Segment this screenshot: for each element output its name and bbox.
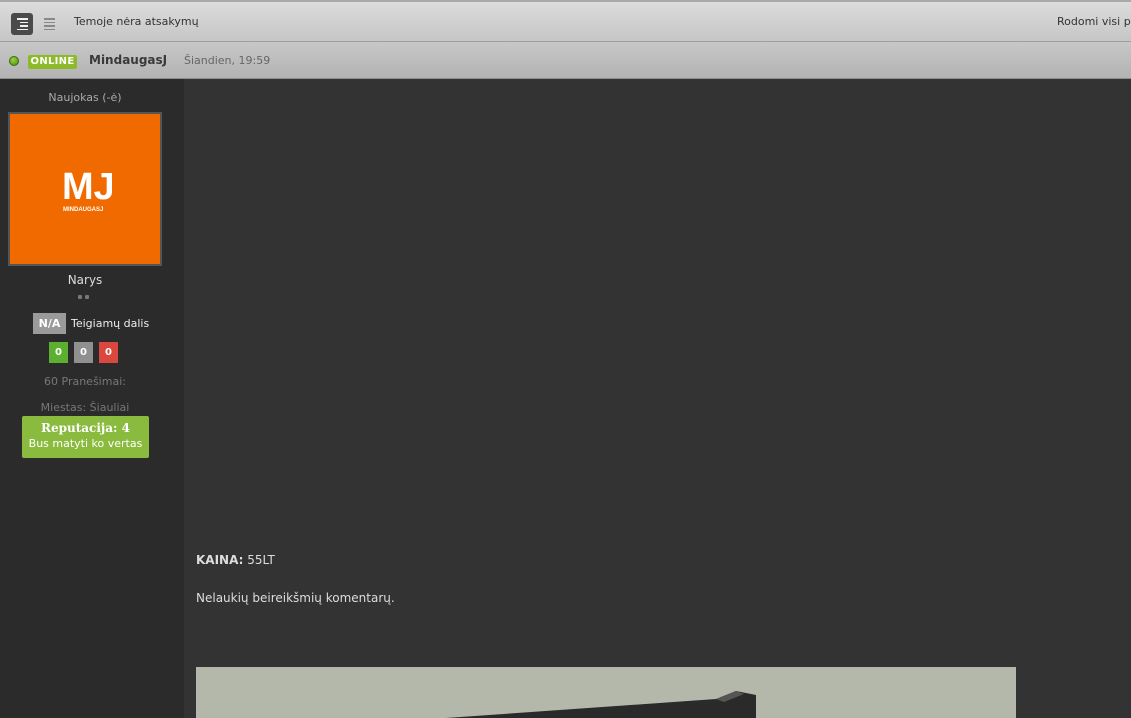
neutral-votes-badge[interactable]: 0 [74, 342, 93, 363]
linear-view-button[interactable] [38, 13, 60, 35]
online-badge: ONLINE [28, 55, 77, 69]
rank-pips [78, 295, 89, 299]
post-date[interactable]: Šiandien, 19:59 [184, 54, 270, 67]
reputation-title: Reputacija: 4 [41, 421, 130, 435]
post-header: ONLINE MindaugasJ Šiandien, 19:59 [0, 42, 1131, 79]
threaded-view-icon [16, 18, 28, 30]
positive-votes-badge[interactable]: 0 [49, 342, 68, 363]
online-status-icon [9, 56, 19, 66]
positive-ratio-value: N/A [33, 313, 66, 334]
topic-toolbar: Temoje nėra atsakymų Rodomi visi praneši… [0, 0, 1131, 42]
author-sidebar: Naujokas (-ė) MJ MINDAUGASJ Narys N/A Te… [0, 79, 184, 718]
avatar-logo-subtext: MINDAUGASJ [63, 207, 103, 213]
positive-ratio-label: Teigiamų dalis [71, 317, 150, 330]
member-group: Narys [67, 273, 103, 287]
linear-view-icon [43, 18, 55, 30]
no-replies-text: Temoje nėra atsakymų [74, 15, 199, 28]
post-count: 60 Pranešimai: [44, 375, 126, 388]
member-city: Miestas: Šiauliai [40, 401, 130, 414]
reputation-subtitle: Bus matyti ko vertas [28, 437, 143, 450]
avatar[interactable]: MJ MINDAUGASJ [8, 112, 162, 266]
threaded-view-button[interactable] [11, 13, 33, 35]
post-image-content [196, 667, 1016, 718]
reputation-badge: Reputacija: 4 Bus matyti ko vertas [22, 416, 149, 458]
rank-title: Naujokas (-ė) [48, 91, 122, 104]
post-image[interactable] [196, 667, 1016, 718]
post-note: Nelaukių beireikšmių komentarų. [196, 591, 395, 605]
post-author-link[interactable]: MindaugasJ [89, 53, 167, 67]
avatar-logo-text: MJ [62, 166, 112, 208]
price-line: KAINA: 55LT [196, 553, 275, 567]
negative-votes-badge[interactable]: 0 [99, 342, 118, 363]
price-value: 55LT [247, 553, 275, 567]
showing-all-text[interactable]: Rodomi visi pranešimai [1057, 15, 1131, 28]
post-content: KAINA: 55LT Nelaukių beireikšmių komenta… [184, 79, 1131, 718]
avatar-logo-icon: MJ MINDAUGASJ [62, 166, 112, 213]
price-label: KAINA: [196, 553, 244, 567]
